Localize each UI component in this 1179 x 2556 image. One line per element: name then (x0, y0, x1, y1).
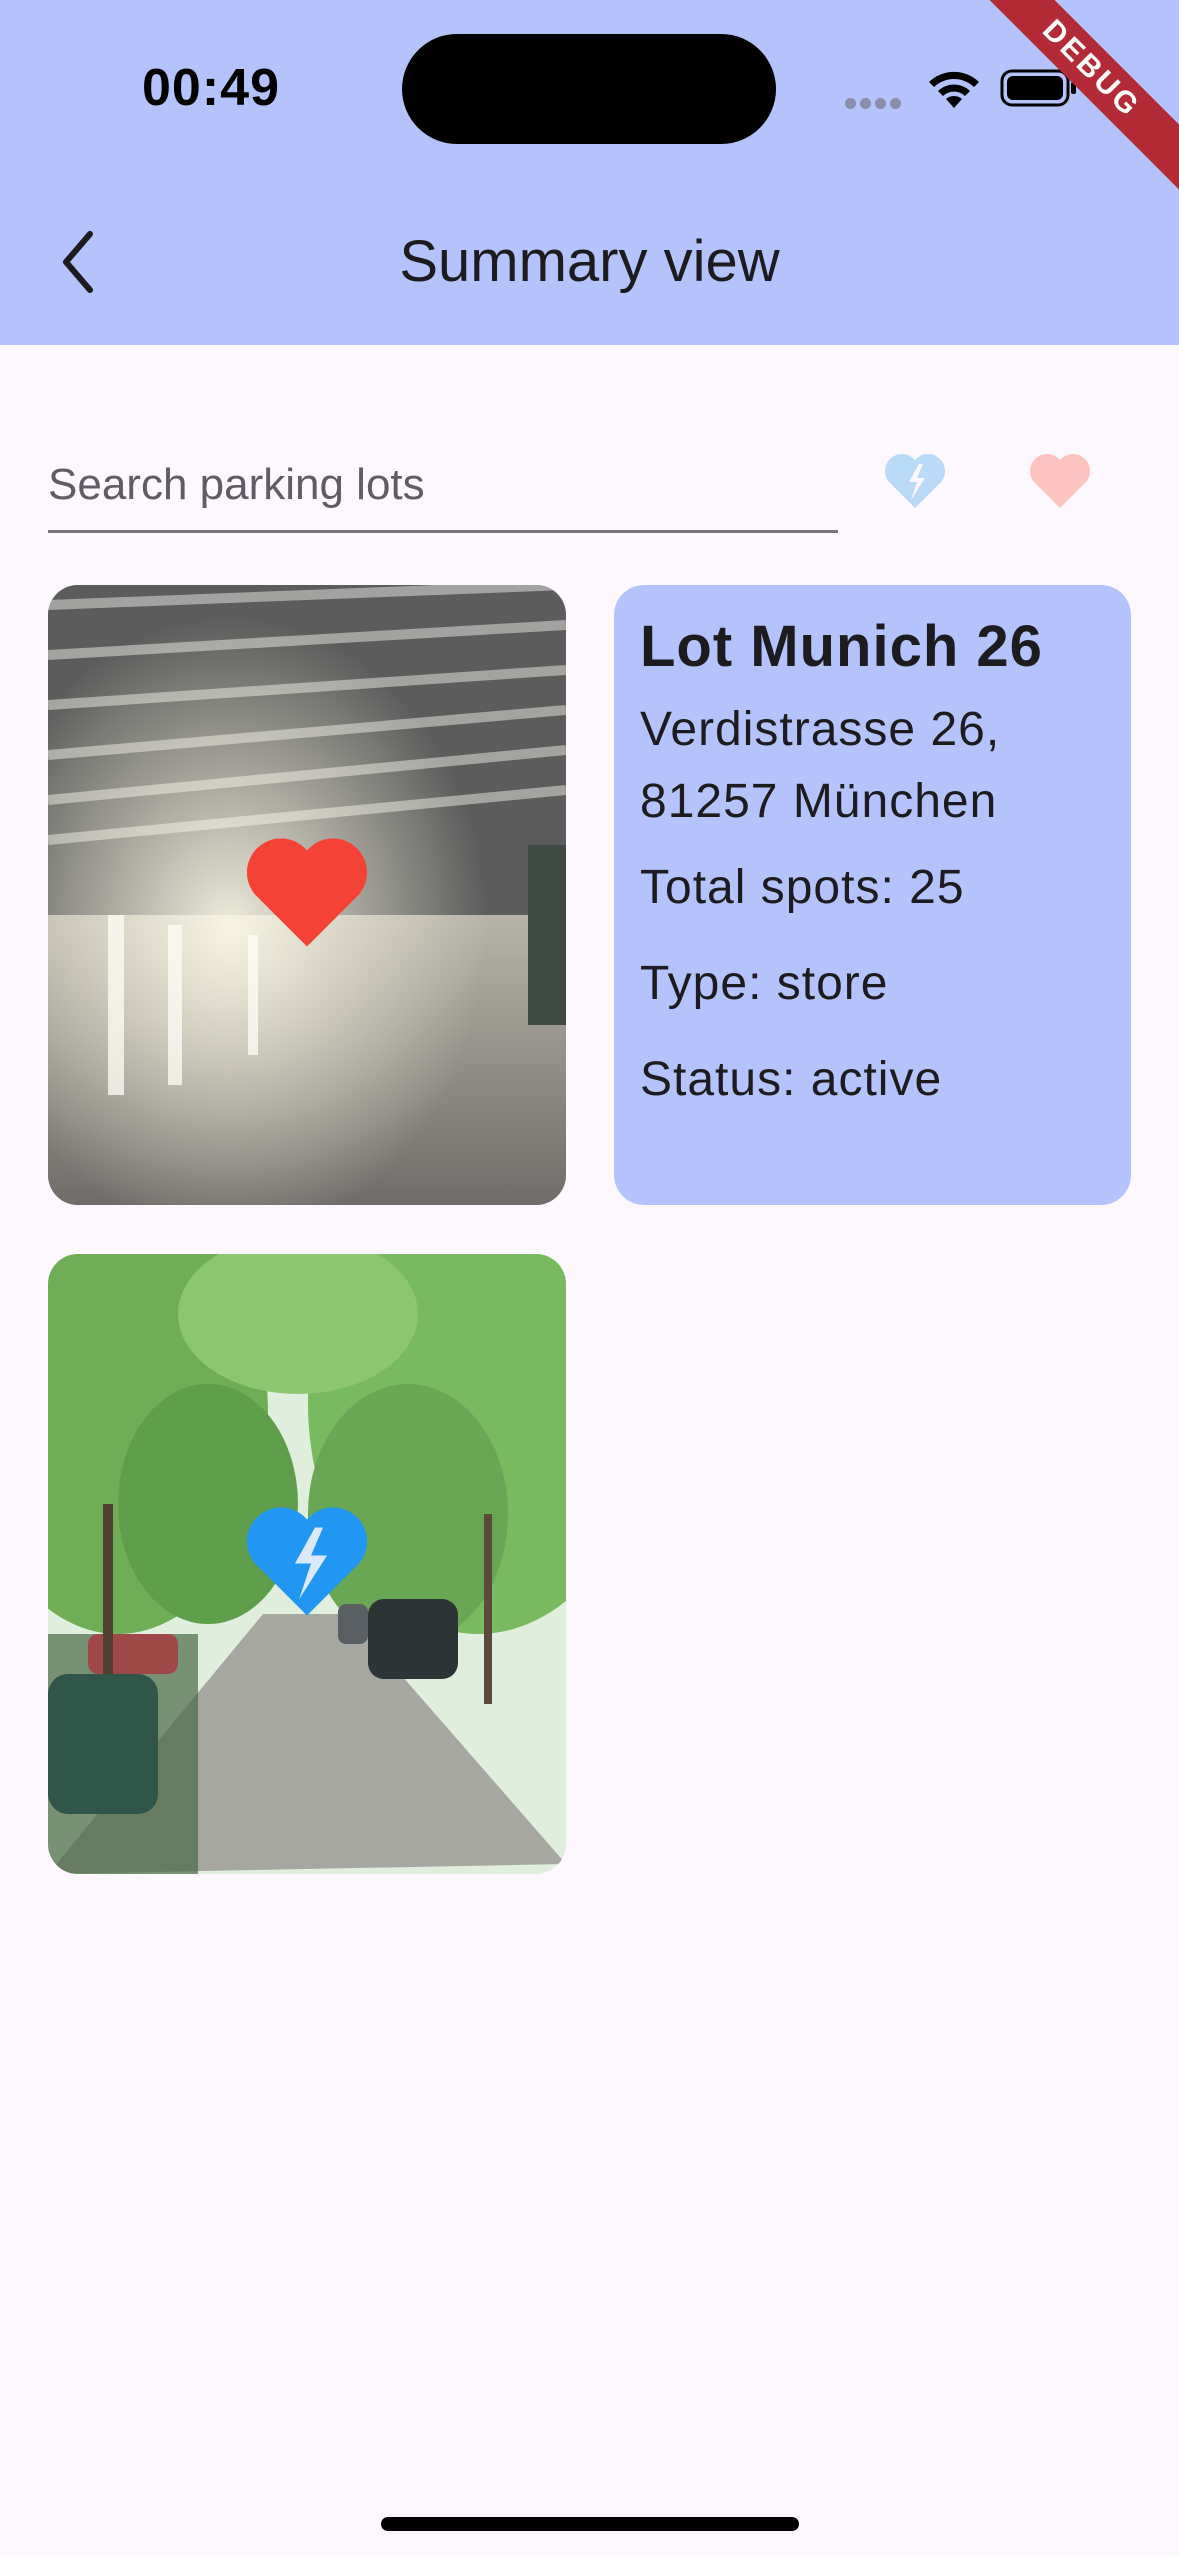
home-indicator[interactable] (381, 2517, 799, 2531)
favorite-heart-icon[interactable] (243, 835, 371, 956)
lot-status: Status: active (640, 1053, 943, 1106)
page-title: Summary view (399, 229, 780, 294)
heart-icon (246, 838, 368, 947)
dynamic-island (402, 34, 776, 144)
favorite-broken-heart-icon[interactable] (243, 1504, 371, 1625)
status-time: 00:49 (142, 59, 280, 117)
lot-card-image[interactable] (48, 1254, 566, 1874)
cellular-signal-icon (845, 96, 905, 114)
lot-total-spots: Total spots: 25 (640, 861, 965, 914)
heart-icon (1029, 453, 1091, 508)
lot-card-image[interactable] (48, 585, 566, 1205)
search-input[interactable] (48, 440, 838, 533)
app-bar: 00:49 DEBUG Summary view (0, 0, 1179, 345)
wifi-icon (929, 71, 979, 108)
lot-name: Lot Munich 26 (640, 614, 1043, 679)
lot-address: Verdistrasse 26, 81257 München (640, 703, 1001, 828)
lot-details-card[interactable]: Lot Munich 26 Verdistrasse 26, 81257 Mün… (614, 585, 1131, 1205)
filter-heart-button[interactable] (1005, 425, 1115, 535)
filter-broken-heart-button[interactable] (860, 425, 970, 535)
broken-heart-icon (884, 453, 946, 508)
lot-type: Type: store (640, 957, 889, 1010)
